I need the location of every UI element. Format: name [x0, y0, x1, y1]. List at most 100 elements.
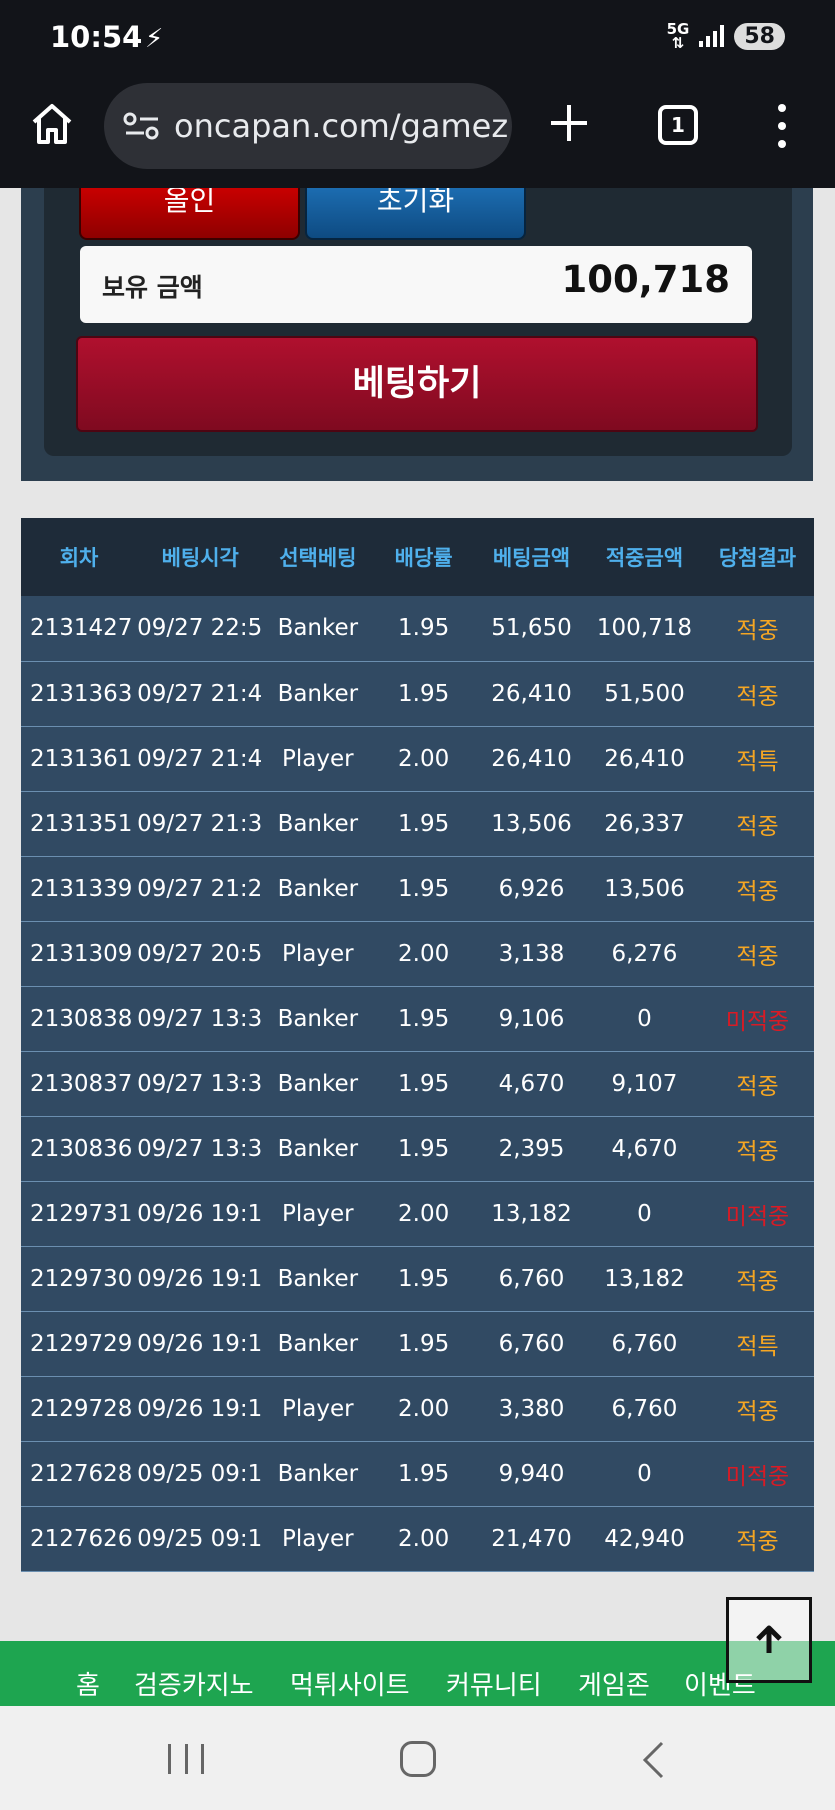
browser-chrome: 10:54 ⚡ 5G ⇅ 58 oncapan.com/gamez 1 [0, 0, 835, 188]
table-row: 2129731 09/26 19:19 Player 2.00 13,182 0 미적중 [21, 1181, 814, 1247]
dnd-icon: ⚡ [145, 24, 164, 54]
reset-button[interactable]: 초기화 [305, 188, 526, 240]
round-cell: 2127626 [21, 1506, 138, 1572]
round-cell: 2131363 [21, 661, 138, 727]
round-cell: 2131427 [21, 596, 138, 662]
odds-cell: 2.00 [372, 726, 475, 792]
table-row: 2129729 09/26 19:17 Banker 1.95 6,760 6,760 적특 [21, 1311, 814, 1377]
round-cell: 2131309 [21, 921, 138, 987]
system-home-icon[interactable] [400, 1741, 436, 1777]
footer-nav: 홈 검증카지노 먹튀사이트 커뮤니티 게임존 이벤트 [0, 1641, 835, 1706]
win-amount-cell: 100,718 [587, 596, 701, 662]
pick-cell: Banker [263, 596, 373, 662]
time-cell: 09/26 19:17 [137, 1311, 264, 1377]
balance-box: 보유 금액 100,718 [80, 246, 752, 323]
bet-amount-cell: 6,760 [475, 1311, 588, 1377]
footer-nav-community[interactable]: 커뮤니티 [446, 1665, 542, 1702]
odds-cell: 1.95 [372, 1116, 475, 1182]
pick-cell: Banker [263, 1311, 373, 1377]
table-row: 2131363 09/27 21:45 Banker 1.95 26,410 51,500… [21, 661, 814, 727]
time-cell: 09/27 13:32 [137, 1051, 264, 1117]
pick-cell: Banker [263, 986, 373, 1052]
bet-amount-cell: 13,506 [475, 791, 588, 857]
time-cell: 09/27 20:52 [137, 921, 264, 987]
win-amount-cell: 26,410 [587, 726, 701, 792]
pick-cell: Banker [263, 791, 373, 857]
round-cell: 2131361 [21, 726, 138, 792]
odds-cell: 2.00 [372, 1506, 475, 1572]
table-row: 2130838 09/27 13:33 Banker 1.95 9,106 0 미적중 [21, 986, 814, 1052]
time-cell: 09/27 21:35 [137, 791, 264, 857]
bet-amount-cell: 6,926 [475, 856, 588, 922]
time-cell: 09/27 21:23 [137, 856, 264, 922]
result-cell: 미적중 [700, 986, 814, 1052]
site-settings-icon[interactable] [122, 111, 162, 141]
network-5g-icon: 5G ⇅ [666, 20, 690, 52]
result-cell: 적중 [700, 1051, 814, 1117]
pick-cell: Banker [263, 661, 373, 727]
table-row: 2129728 09/26 19:17 Player 2.00 3,380 6,760 적중 [21, 1376, 814, 1442]
column-header: 선택베팅 [263, 518, 373, 596]
round-cell: 2129729 [21, 1311, 138, 1377]
round-cell: 2129731 [21, 1181, 138, 1247]
odds-cell: 1.95 [372, 1051, 475, 1117]
place-bet-button[interactable]: 베팅하기 [76, 336, 758, 432]
time-cell: 09/26 19:18 [137, 1246, 264, 1312]
column-header: 배당률 [372, 518, 475, 596]
column-header: 베팅금액 [475, 518, 588, 596]
win-amount-cell: 6,760 [587, 1376, 701, 1442]
address-bar[interactable]: oncapan.com/gamez [104, 83, 512, 169]
footer-nav-home[interactable]: 홈 [76, 1665, 100, 1702]
odds-cell: 1.95 [372, 791, 475, 857]
result-cell: 적특 [700, 726, 814, 792]
result-cell: 적중 [700, 661, 814, 727]
allin-button[interactable]: 올인 [79, 188, 300, 240]
table-row: 2129730 09/26 19:18 Banker 1.95 6,760 13,182 적… [21, 1246, 814, 1312]
home-icon[interactable] [28, 100, 76, 148]
table-row: 2131351 09/27 21:35 Banker 1.95 13,506 26,337… [21, 791, 814, 857]
pick-cell: Player [263, 1506, 373, 1572]
bet-amount-cell: 3,138 [475, 921, 588, 987]
bet-amount-cell: 13,182 [475, 1181, 588, 1247]
bet-amount-cell: 26,410 [475, 661, 588, 727]
pick-cell: Banker [263, 856, 373, 922]
pick-cell: Banker [263, 1246, 373, 1312]
scroll-top-button[interactable] [726, 1597, 812, 1683]
status-icons: 5G ⇅ 58 [666, 20, 785, 52]
win-amount-cell: 26,337 [587, 791, 701, 857]
table-row: 2130837 09/27 13:32 Banker 1.95 4,670 9,107 적중 [21, 1051, 814, 1117]
win-amount-cell: 6,276 [587, 921, 701, 987]
win-amount-cell: 0 [587, 1441, 701, 1507]
footer-nav-scam-sites[interactable]: 먹튀사이트 [290, 1665, 410, 1702]
round-cell: 2130838 [21, 986, 138, 1052]
arrow-up-icon [756, 1625, 782, 1653]
win-amount-cell: 42,940 [587, 1506, 701, 1572]
result-cell: 적중 [700, 1376, 814, 1442]
new-tab-icon[interactable] [548, 102, 590, 144]
footer-nav-verified-casino[interactable]: 검증카지노 [134, 1665, 254, 1702]
time-cell: 09/26 19:19 [137, 1181, 264, 1247]
recent-apps-icon[interactable] [168, 1744, 204, 1774]
round-cell: 2127628 [21, 1441, 138, 1507]
back-icon[interactable] [640, 1740, 666, 1780]
time-cell: 09/27 21:43 [137, 726, 264, 792]
bet-amount-cell: 9,940 [475, 1441, 588, 1507]
table-header-row: 회차 베팅시각 선택베팅 배당률 베팅금액 적중금액 당첨결과 [21, 518, 814, 596]
balance-value: 100,718 [561, 258, 730, 301]
tab-switcher-button[interactable]: 1 [658, 105, 698, 145]
odds-cell: 1.95 [372, 596, 475, 662]
column-header: 베팅시각 [137, 518, 264, 596]
round-cell: 2130836 [21, 1116, 138, 1182]
more-menu-icon[interactable] [774, 104, 790, 148]
balance-label: 보유 금액 [102, 273, 203, 302]
pick-cell: Banker [263, 1441, 373, 1507]
result-cell: 적특 [700, 1311, 814, 1377]
round-cell: 2130837 [21, 1051, 138, 1117]
url-text: oncapan.com/gamez [174, 107, 509, 145]
pick-cell: Player [263, 1181, 373, 1247]
footer-nav-game-zone[interactable]: 게임존 [578, 1665, 650, 1702]
win-amount-cell: 13,182 [587, 1246, 701, 1312]
time-cell: 09/27 13:32 [137, 1116, 264, 1182]
bet-amount-cell: 21,470 [475, 1506, 588, 1572]
result-cell: 적중 [700, 856, 814, 922]
